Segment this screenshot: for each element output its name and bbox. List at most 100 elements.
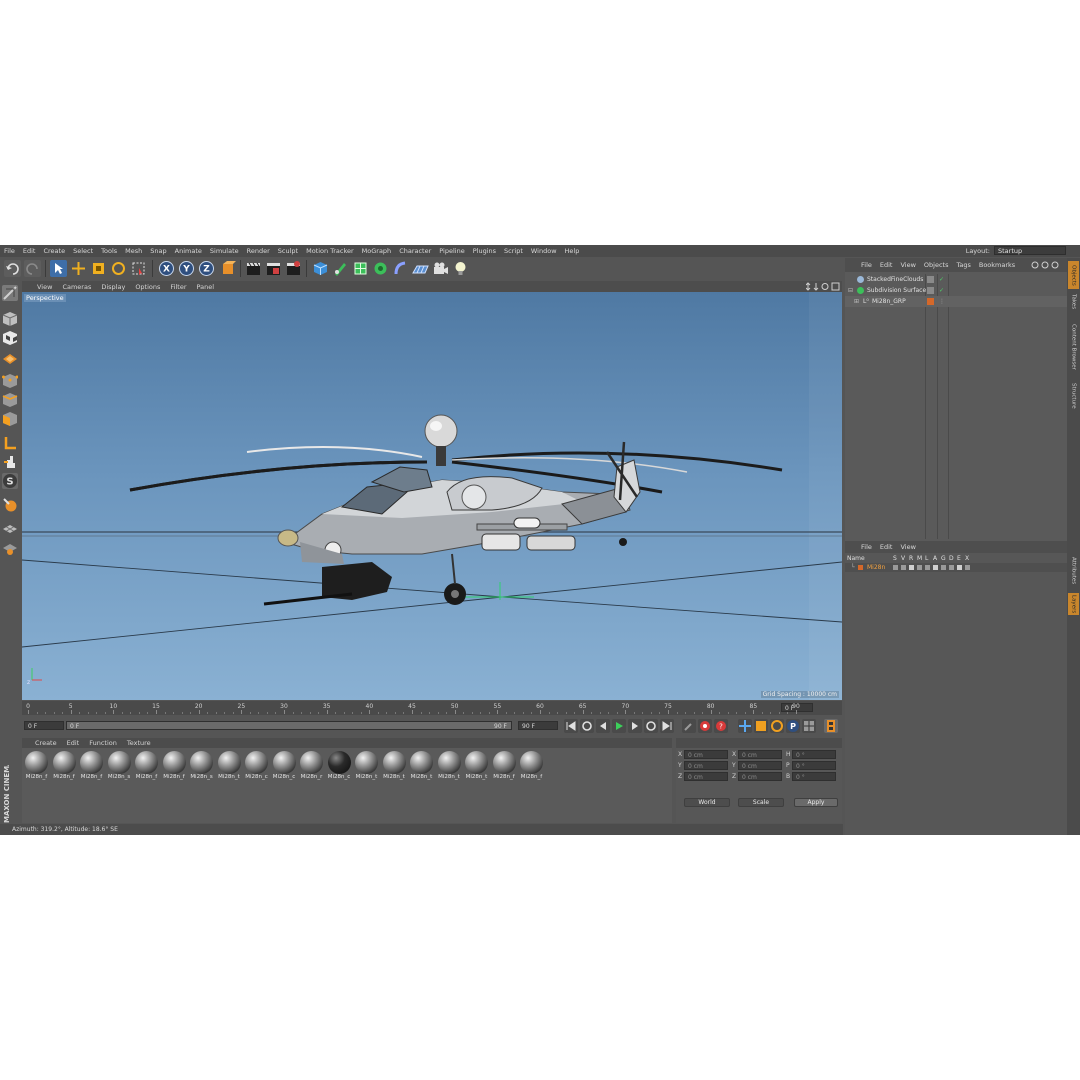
layer-toggle[interactable] [909, 565, 914, 570]
material-menu-create[interactable]: Create [30, 739, 62, 747]
layer-menu-file[interactable]: File [857, 543, 876, 551]
coord-rot-field[interactable]: 0 ° [792, 750, 836, 759]
coord-rot-field[interactable]: 0 ° [792, 772, 836, 781]
coord-pos-field[interactable]: 0 cm [684, 761, 728, 770]
material-swatch[interactable]: Mi28n_f [162, 751, 187, 784]
menu-item-snap[interactable]: Snap [146, 247, 170, 255]
enabled-check-icon[interactable]: ✓ [939, 274, 944, 285]
expand-icon[interactable]: ⊟ [848, 285, 853, 296]
visibility-dots-icon[interactable]: ⋮ [939, 296, 945, 307]
menu-item-sculpt[interactable]: Sculpt [274, 247, 302, 255]
layer-toggle[interactable] [917, 565, 922, 570]
prev-frame-button[interactable] [596, 719, 610, 733]
side-tab-takes[interactable]: Takes [1068, 291, 1079, 313]
grid-floor-button[interactable] [2, 521, 18, 537]
menu-item-mesh[interactable]: Mesh [121, 247, 146, 255]
layer-menu-view[interactable]: View [896, 543, 919, 551]
object-menu-view[interactable]: View [896, 261, 919, 269]
key-pla-button[interactable] [802, 719, 816, 733]
menu-item-motion-tracker[interactable]: Motion Tracker [302, 247, 358, 255]
undo-button[interactable] [4, 260, 21, 277]
scale-tool-button[interactable] [90, 260, 107, 277]
expand-icon[interactable]: ⊞ [854, 296, 859, 307]
material-swatch[interactable]: Mi28n_c [244, 751, 269, 784]
pen-spline-button[interactable] [332, 260, 349, 277]
material-menu-edit[interactable]: Edit [62, 739, 85, 747]
viewport-perspective[interactable]: z Perspective Grid Spacing : 10000 cm [22, 292, 842, 700]
material-swatch[interactable]: Mi28n_f [24, 751, 49, 784]
viewport-menu-options[interactable]: Options [130, 283, 165, 291]
material-swatch[interactable]: Mi28n_t [217, 751, 242, 784]
x-axis-lock-button[interactable]: X [158, 260, 175, 277]
go-to-start-button[interactable] [564, 719, 578, 733]
material-swatch[interactable]: Mi28n_f [519, 751, 544, 784]
layer-toggle[interactable] [941, 565, 946, 570]
deformer-button[interactable] [392, 260, 409, 277]
side-tab-structure[interactable]: Structure [1068, 381, 1079, 411]
render-view-button[interactable] [245, 260, 262, 277]
menu-item-simulate[interactable]: Simulate [206, 247, 243, 255]
cloner-button[interactable] [372, 260, 389, 277]
next-key-button[interactable] [644, 719, 658, 733]
enabled-check-icon[interactable]: ✓ [939, 285, 944, 296]
timeline-ruler[interactable]: 0 F 0 5 10 15 20 25 30 35 40 45 50 55 60 65 70 75 80 85 90 [22, 701, 842, 715]
key-position-button[interactable] [738, 719, 752, 733]
menu-item-tools[interactable]: Tools [97, 247, 121, 255]
layer-toggle[interactable] [901, 565, 906, 570]
coord-rot-field[interactable]: 0 ° [792, 761, 836, 770]
coordinate-mode-select[interactable]: World [684, 798, 730, 807]
next-frame-button[interactable] [628, 719, 642, 733]
object-row[interactable]: StackedFineClouds ✓ [845, 274, 1067, 285]
timeline-window-button[interactable] [824, 719, 838, 733]
apply-button[interactable]: Apply [794, 798, 838, 807]
viewport-nav-icons[interactable] [806, 282, 840, 291]
layer-toggle[interactable] [933, 565, 938, 570]
layer-toggle[interactable] [957, 565, 962, 570]
viewport-menu-cameras[interactable]: Cameras [57, 283, 96, 291]
start-frame-field[interactable]: 0 F [24, 721, 64, 730]
coordinate-system-button[interactable] [220, 260, 237, 277]
go-to-end-button[interactable] [660, 719, 674, 733]
snapping-button[interactable]: S [2, 473, 18, 489]
layer-toggle[interactable] [925, 565, 930, 570]
material-swatch[interactable]: Mi28n_t [382, 751, 407, 784]
menu-item-edit[interactable]: Edit [19, 247, 40, 255]
redo-button[interactable] [24, 260, 41, 277]
menu-item-create[interactable]: Create [39, 247, 69, 255]
layer-toggle[interactable] [965, 565, 970, 570]
prev-key-button[interactable] [580, 719, 594, 733]
locked-workplane-button[interactable] [2, 540, 18, 556]
material-swatch[interactable]: Mi28n_f [492, 751, 517, 784]
object-menu-objects[interactable]: Objects [920, 261, 953, 269]
floor-button[interactable] [412, 260, 429, 277]
material-swatch[interactable]: Mi28n_r [299, 751, 324, 784]
material-swatch[interactable]: Mi28n_t [409, 751, 434, 784]
object-row[interactable]: ⊟ Subdivision Surface ✓ [845, 285, 1067, 296]
layer-row[interactable]: └ Mi28n [845, 563, 1067, 572]
viewport-menu-display[interactable]: Display [96, 283, 130, 291]
object-menu-tags[interactable]: Tags [952, 261, 974, 269]
object-menu-edit[interactable]: Edit [876, 261, 897, 269]
axis-mode-button[interactable] [2, 435, 18, 451]
layer-toggle[interactable] [893, 565, 898, 570]
record-active-button[interactable] [698, 719, 712, 733]
z-axis-lock-button[interactable]: Z [198, 260, 215, 277]
menu-item-select[interactable]: Select [69, 247, 97, 255]
recent-tools-button[interactable] [130, 260, 147, 277]
material-menu-function[interactable]: Function [84, 739, 122, 747]
camera-button[interactable] [432, 260, 449, 277]
layer-toggle[interactable] [949, 565, 954, 570]
model-mode-button[interactable] [2, 311, 18, 327]
menu-item-plugins[interactable]: Plugins [469, 247, 500, 255]
texture-mode-button[interactable] [2, 330, 18, 346]
points-mode-button[interactable] [2, 373, 19, 389]
coord-size-field[interactable]: 0 cm [738, 761, 782, 770]
menu-item-window[interactable]: Window [527, 247, 561, 255]
autokey-button[interactable]: ? [714, 719, 728, 733]
material-swatch[interactable]: Mi28n_f [52, 751, 77, 784]
side-tab-attributes[interactable]: Attributes [1068, 553, 1079, 589]
side-tab-objects[interactable]: Objects [1068, 261, 1079, 289]
menu-item-help[interactable]: Help [561, 247, 584, 255]
side-tab-content-browser[interactable]: Content Browser [1068, 316, 1079, 378]
light-button[interactable] [452, 260, 469, 277]
